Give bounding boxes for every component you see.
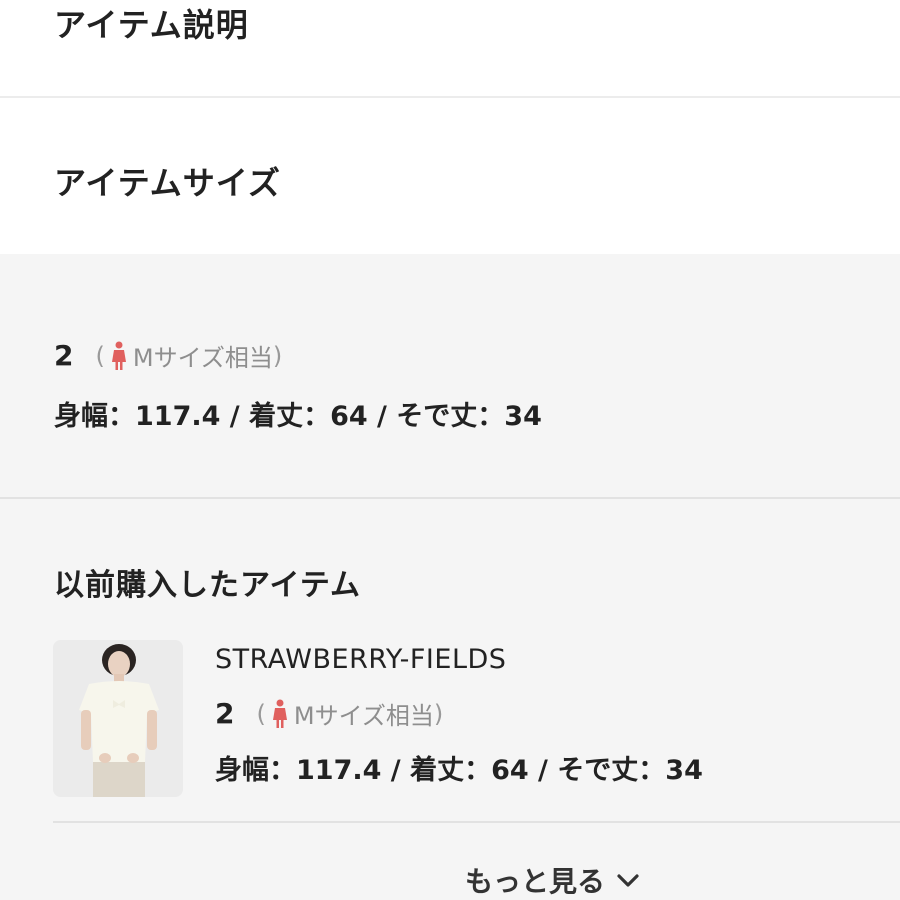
product-thumbnail[interactable] (53, 640, 183, 797)
divider (0, 497, 900, 499)
item-description-heading: アイテム説明 (54, 6, 249, 44)
female-figure-icon (111, 341, 127, 371)
chevron-down-icon (615, 870, 641, 890)
item-description-section[interactable]: アイテム説明 (0, 0, 900, 96)
previous-size-measurements: 身幅：117.4 / 着丈：64 / そで丈：34 (215, 755, 703, 786)
size-equivalent-hint: Mサイズ相当 (132, 344, 273, 372)
paren-open: ( (256, 699, 266, 728)
page: アイテム説明 アイテムサイズ 2 ( Mサイズ相当 ) 身幅：117.4 / 着… (0, 0, 900, 900)
female-figure-icon (272, 699, 288, 729)
current-size-measurements: 身幅：117.4 / 着丈：64 / そで丈：34 (54, 401, 542, 432)
size-equivalent-hint: Mサイズ相当 (293, 702, 434, 730)
product-brand-name[interactable]: STRAWBERRY-FIELDS (215, 644, 506, 675)
paren-close: ) (272, 341, 283, 370)
divider (53, 821, 900, 823)
previous-size-row: 2 ( Mサイズ相当 ) (215, 696, 443, 731)
paren-close: ) (433, 699, 444, 728)
item-size-heading: アイテムサイズ (54, 164, 281, 202)
previous-items-heading: 以前購入したアイテム (54, 568, 361, 603)
see-more-button[interactable]: もっと見る (465, 860, 641, 900)
item-size-section: アイテムサイズ (0, 98, 900, 254)
size-value: 2 (215, 697, 235, 730)
see-more-label: もっと見る (465, 865, 606, 898)
size-value: 2 (54, 339, 74, 372)
paren-open: ( (95, 341, 105, 370)
current-size-row: 2 ( Mサイズ相当 ) (54, 338, 282, 373)
